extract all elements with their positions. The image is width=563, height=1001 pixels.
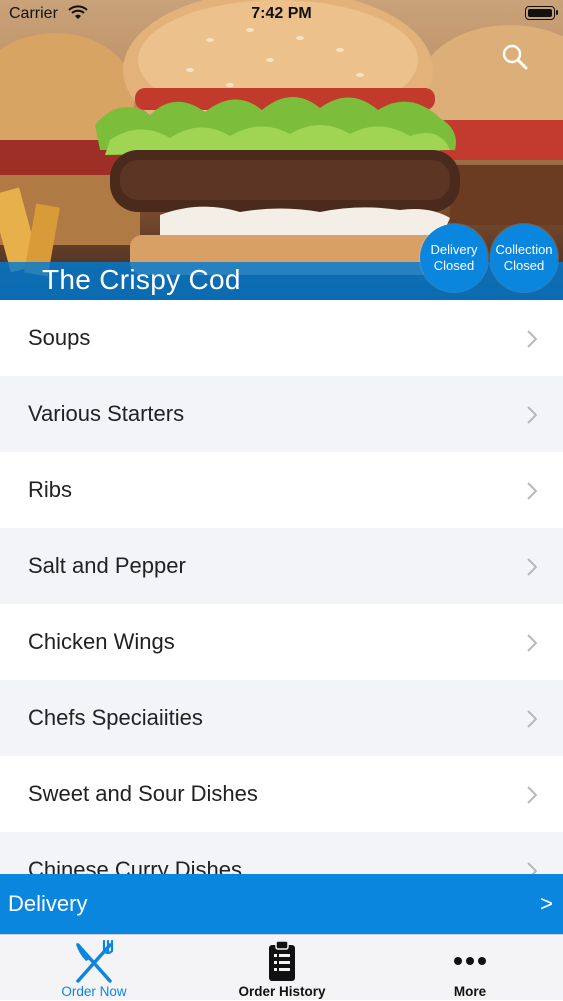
collection-status-line1: Collection	[495, 242, 553, 257]
status-bar: Carrier 7:42 PM	[0, 0, 563, 30]
menu-item-label: Soups	[28, 325, 91, 350]
menu-category-list: Soups Various Starters Ribs Salt and Pep…	[0, 300, 563, 874]
fork-knife-icon	[76, 939, 114, 983]
menu-item-soups[interactable]: Soups	[0, 300, 563, 376]
clipboard-list-icon	[269, 940, 295, 981]
chevron-right-icon: >	[540, 891, 553, 916]
chevron-right-icon	[527, 862, 537, 874]
menu-item-chefs-specialities[interactable]: Chefs Speciaiities	[0, 680, 563, 756]
chevron-right-icon	[527, 330, 537, 348]
tab-order-history[interactable]: Order History	[188, 935, 376, 1001]
hero-banner: Carrier 7:42 PM The Crispy Cod Delivery …	[0, 0, 563, 300]
tab-label: Order History	[238, 984, 326, 999]
menu-item-ribs[interactable]: Ribs	[0, 452, 563, 528]
chevron-right-icon	[527, 786, 537, 804]
menu-item-sweet-and-sour-dishes[interactable]: Sweet and Sour Dishes	[0, 756, 563, 832]
chevron-right-icon	[527, 710, 537, 728]
status-time: 7:42 PM	[251, 5, 312, 22]
menu-item-label: Chefs Speciaiities	[28, 705, 203, 730]
more-dots-icon	[454, 957, 486, 965]
menu-item-label: Various Starters	[28, 401, 185, 426]
delivery-status-line2: Closed	[433, 258, 475, 273]
restaurant-name: The Crispy Cod	[42, 264, 241, 295]
menu-item-chinese-curry-dishes[interactable]: Chinese Curry Dishes	[0, 832, 563, 874]
menu-item-label: Ribs	[28, 477, 73, 502]
chevron-right-icon	[527, 558, 537, 576]
menu-item-salt-and-pepper[interactable]: Salt and Pepper	[0, 528, 563, 604]
menu-item-chicken-wings[interactable]: Chicken Wings	[0, 604, 563, 680]
menu-item-label: Sweet and Sour Dishes	[28, 781, 258, 806]
chevron-right-icon	[527, 634, 537, 652]
collection-status-badge: Collection Closed	[490, 224, 558, 292]
tab-label: More	[453, 984, 487, 999]
chevron-right-icon	[527, 482, 537, 500]
delivery-status-line1: Delivery	[430, 242, 478, 257]
tab-label: Order Now	[61, 984, 127, 999]
collection-status-line2: Closed	[503, 258, 545, 273]
chevron-right-icon	[527, 406, 537, 424]
tab-more[interactable]: More	[376, 935, 563, 1001]
menu-item-label: Salt and Pepper	[28, 553, 186, 578]
menu-item-label: Chinese Curry Dishes	[28, 857, 242, 874]
tab-order-now[interactable]: Order Now	[0, 935, 188, 1001]
menu-item-label: Chicken Wings	[28, 629, 175, 654]
delivery-mode-bar[interactable]: Delivery >	[0, 874, 563, 934]
tab-bar: Order Now Order History More	[0, 934, 563, 1000]
menu-item-various-starters[interactable]: Various Starters	[0, 376, 563, 452]
delivery-mode-label: Delivery	[8, 891, 88, 916]
search-icon[interactable]	[500, 42, 530, 72]
delivery-status-badge: Delivery Closed	[420, 224, 488, 292]
battery-icon	[525, 6, 558, 20]
